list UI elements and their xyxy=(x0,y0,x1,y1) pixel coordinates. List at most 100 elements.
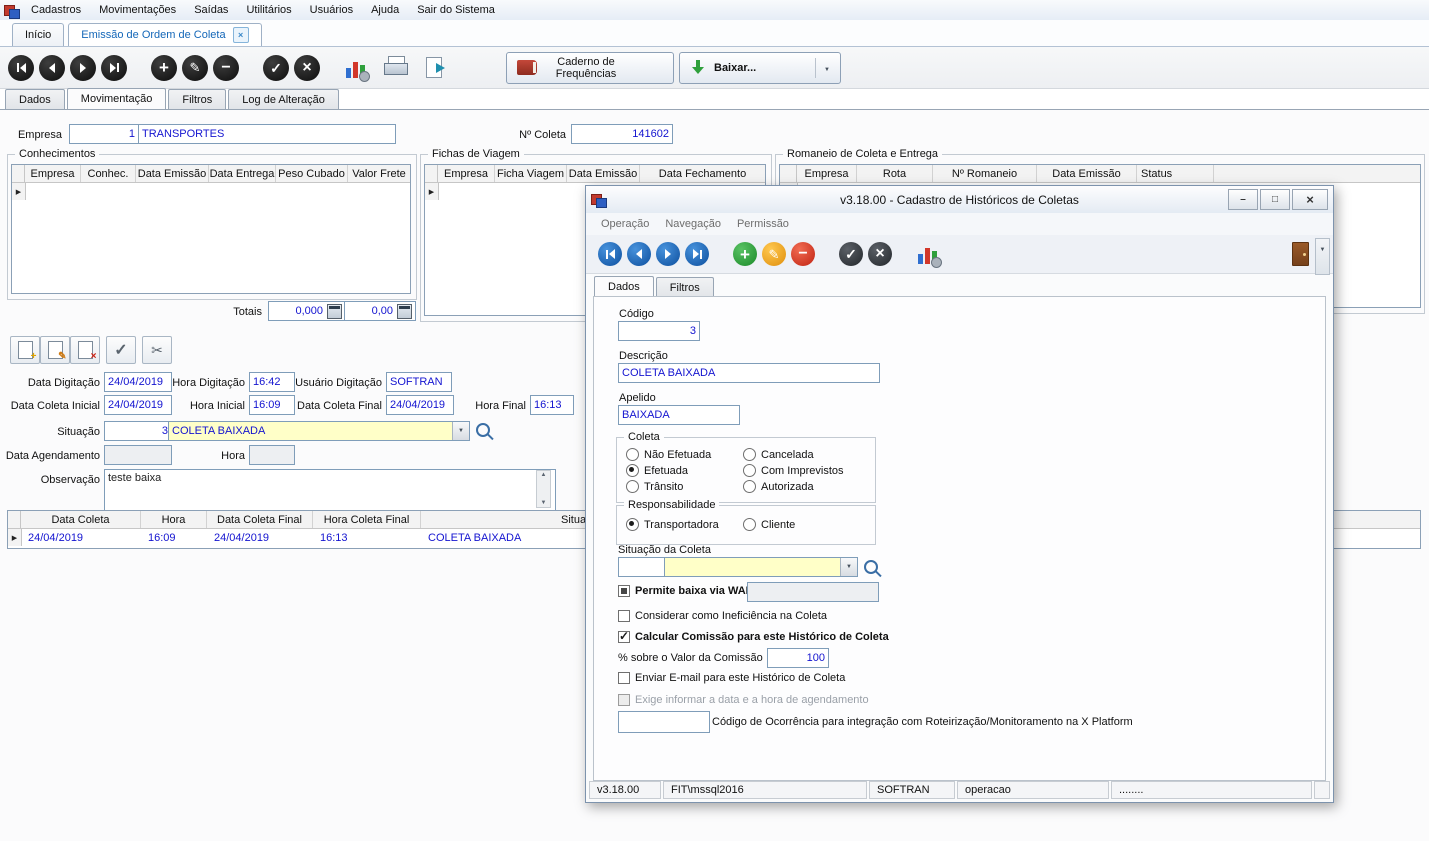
tab-emissao-ordem-coleta[interactable]: Emissão de Ordem de Coleta xyxy=(68,23,261,46)
tab-inicio[interactable]: Início xyxy=(12,23,64,46)
close-button[interactable] xyxy=(1292,189,1328,210)
edit-button[interactable] xyxy=(182,55,208,81)
radio-nao-efetuada[interactable]: Não Efetuada xyxy=(626,448,743,461)
menu-item-usuarios[interactable]: Usuários xyxy=(302,2,361,18)
calculator-icon[interactable] xyxy=(397,304,412,319)
menu-item-ajuda[interactable]: Ajuda xyxy=(363,2,407,18)
comissao-percent-field[interactable]: 100 xyxy=(767,648,829,668)
hora-digitacao-field[interactable]: 16:42 xyxy=(249,372,295,392)
dialog-nav-previous-button[interactable] xyxy=(627,242,651,266)
dialog-edit-button[interactable] xyxy=(762,242,786,266)
codigo-field[interactable]: 3 xyxy=(618,321,700,341)
dialog-title-bar[interactable]: v3.18.00 - Cadastro de Históricos de Col… xyxy=(586,186,1333,214)
scroll-down-icon[interactable]: ▼ xyxy=(541,499,547,507)
search-icon[interactable] xyxy=(476,423,490,437)
menu-item-movimentacoes[interactable]: Movimentações xyxy=(91,2,184,18)
radio-efetuada[interactable]: Efetuada xyxy=(626,464,743,477)
data-digitacao-field[interactable]: 24/04/2019 xyxy=(104,372,172,392)
tab-close-icon[interactable] xyxy=(233,27,249,43)
subtab-log-alteracao[interactable]: Log de Alteração xyxy=(228,89,339,109)
observacao-textarea[interactable]: teste baixa xyxy=(104,469,556,511)
baixar-dropdown-icon[interactable] xyxy=(824,62,830,74)
codigo-ocorrencia-field[interactable] xyxy=(618,711,710,733)
radio-transito[interactable]: Trânsito xyxy=(626,480,743,493)
add-button[interactable] xyxy=(151,55,177,81)
observacao-scrollbar[interactable]: ▲ ▼ xyxy=(536,470,551,508)
subtab-dados[interactable]: Dados xyxy=(5,89,65,109)
data-coleta-final-field[interactable]: 24/04/2019 xyxy=(386,395,454,415)
hora-final-field[interactable]: 16:13 xyxy=(530,395,574,415)
cancel-button[interactable] xyxy=(294,55,320,81)
dialog-delete-button[interactable] xyxy=(791,242,815,266)
exit-door-icon[interactable] xyxy=(1292,242,1309,266)
total-valor-field[interactable]: 0,00 xyxy=(344,301,416,321)
exit-icon[interactable] xyxy=(424,56,448,80)
numero-coleta-field[interactable]: 141602 xyxy=(571,124,673,144)
chevron-down-icon[interactable] xyxy=(840,558,857,576)
toolbar-overflow-button[interactable] xyxy=(1315,238,1330,275)
radio-com-imprevistos[interactable]: Com Imprevistos xyxy=(743,464,865,477)
dialog-nav-first-button[interactable] xyxy=(598,242,622,266)
radio-autorizada[interactable]: Autorizada xyxy=(743,480,865,493)
nav-previous-button[interactable] xyxy=(39,55,65,81)
calculator-icon[interactable] xyxy=(327,304,342,319)
record-delete-button[interactable]: × xyxy=(70,336,100,364)
record-new-button[interactable]: + xyxy=(10,336,40,364)
usuario-digitacao-field[interactable]: SOFTRAN xyxy=(386,372,452,392)
subtab-filtros[interactable]: Filtros xyxy=(168,89,226,109)
checkbox-ineficiencia[interactable]: Considerar como Ineficiência na Coleta xyxy=(618,610,827,622)
scroll-up-icon[interactable]: ▲ xyxy=(541,471,547,479)
conhecimentos-grid[interactable]: Empresa Conhec. Data Emissão Data Entreg… xyxy=(11,164,411,294)
dialog-tab-filtros[interactable]: Filtros xyxy=(656,277,714,297)
menu-item-saidas[interactable]: Saídas xyxy=(186,2,236,18)
nav-next-button[interactable] xyxy=(70,55,96,81)
record-edit-button[interactable]: ✎ xyxy=(40,336,70,364)
empresa-name-field[interactable]: TRANSPORTES xyxy=(138,124,396,144)
dialog-menu-operacao[interactable]: Operação xyxy=(594,216,656,232)
empresa-code-field[interactable]: 1 xyxy=(69,124,139,144)
dialog-cancel-button[interactable] xyxy=(868,242,892,266)
print-icon[interactable] xyxy=(384,56,408,79)
apelido-field[interactable]: BAIXADA xyxy=(618,405,740,425)
radio-cliente[interactable]: Cliente xyxy=(743,518,865,531)
menu-item-sair[interactable]: Sair do Sistema xyxy=(409,2,503,18)
table-row[interactable] xyxy=(12,183,410,200)
dialog-menu-permissao[interactable]: Permissão xyxy=(730,216,796,232)
dialog-tab-dados[interactable]: Dados xyxy=(594,276,654,297)
baixar-button[interactable]: Baixar... xyxy=(679,52,841,84)
search-icon[interactable] xyxy=(864,560,878,574)
maximize-button[interactable] xyxy=(1260,189,1290,210)
chevron-down-icon[interactable] xyxy=(452,422,469,440)
dialog-menu-navegacao[interactable]: Navegação xyxy=(658,216,728,232)
chart-icon[interactable] xyxy=(344,56,368,80)
confirm-button[interactable] xyxy=(263,55,289,81)
descricao-field[interactable]: COLETA BAIXADA xyxy=(618,363,880,383)
minimize-button[interactable] xyxy=(1228,189,1258,210)
delete-button[interactable] xyxy=(213,55,239,81)
dialog-add-button[interactable] xyxy=(733,242,757,266)
caderno-frequencias-button[interactable]: Caderno de Frequências xyxy=(506,52,674,84)
situacao-coleta-combobox[interactable] xyxy=(664,557,858,577)
resize-grip[interactable] xyxy=(1314,781,1330,799)
dialog-nav-next-button[interactable] xyxy=(656,242,680,266)
checkbox-enviar-email[interactable]: Enviar E-mail para este Histórico de Col… xyxy=(618,672,845,684)
dialog-chart-icon[interactable] xyxy=(916,242,940,266)
record-confirm-button[interactable]: ✓ xyxy=(106,336,136,364)
menu-item-cadastros[interactable]: Cadastros xyxy=(23,2,89,18)
situacao-code-field[interactable]: 3 xyxy=(104,421,172,441)
total-peso-field[interactable]: 0,000 xyxy=(268,301,346,321)
dialog-nav-last-button[interactable] xyxy=(685,242,709,266)
record-cancel-button[interactable]: ✂ xyxy=(142,336,172,364)
situacao-combobox[interactable]: COLETA BAIXADA xyxy=(168,421,470,441)
radio-transportadora[interactable]: Transportadora xyxy=(626,518,743,531)
checkbox-permite-baixa-wap[interactable]: Permite baixa via WAP xyxy=(618,585,753,597)
subtab-movimentacao[interactable]: Movimentação xyxy=(67,88,167,109)
data-coleta-inicial-field[interactable]: 24/04/2019 xyxy=(104,395,172,415)
nav-first-button[interactable] xyxy=(8,55,34,81)
situacao-coleta-code-field[interactable] xyxy=(618,557,668,577)
radio-cancelada[interactable]: Cancelada xyxy=(743,448,865,461)
checkbox-calcular-comissao[interactable]: Calcular Comissão para este Histórico de… xyxy=(618,631,889,643)
menu-item-utilitarios[interactable]: Utilitários xyxy=(238,2,299,18)
dialog-confirm-button[interactable] xyxy=(839,242,863,266)
hora-inicial-field[interactable]: 16:09 xyxy=(249,395,295,415)
